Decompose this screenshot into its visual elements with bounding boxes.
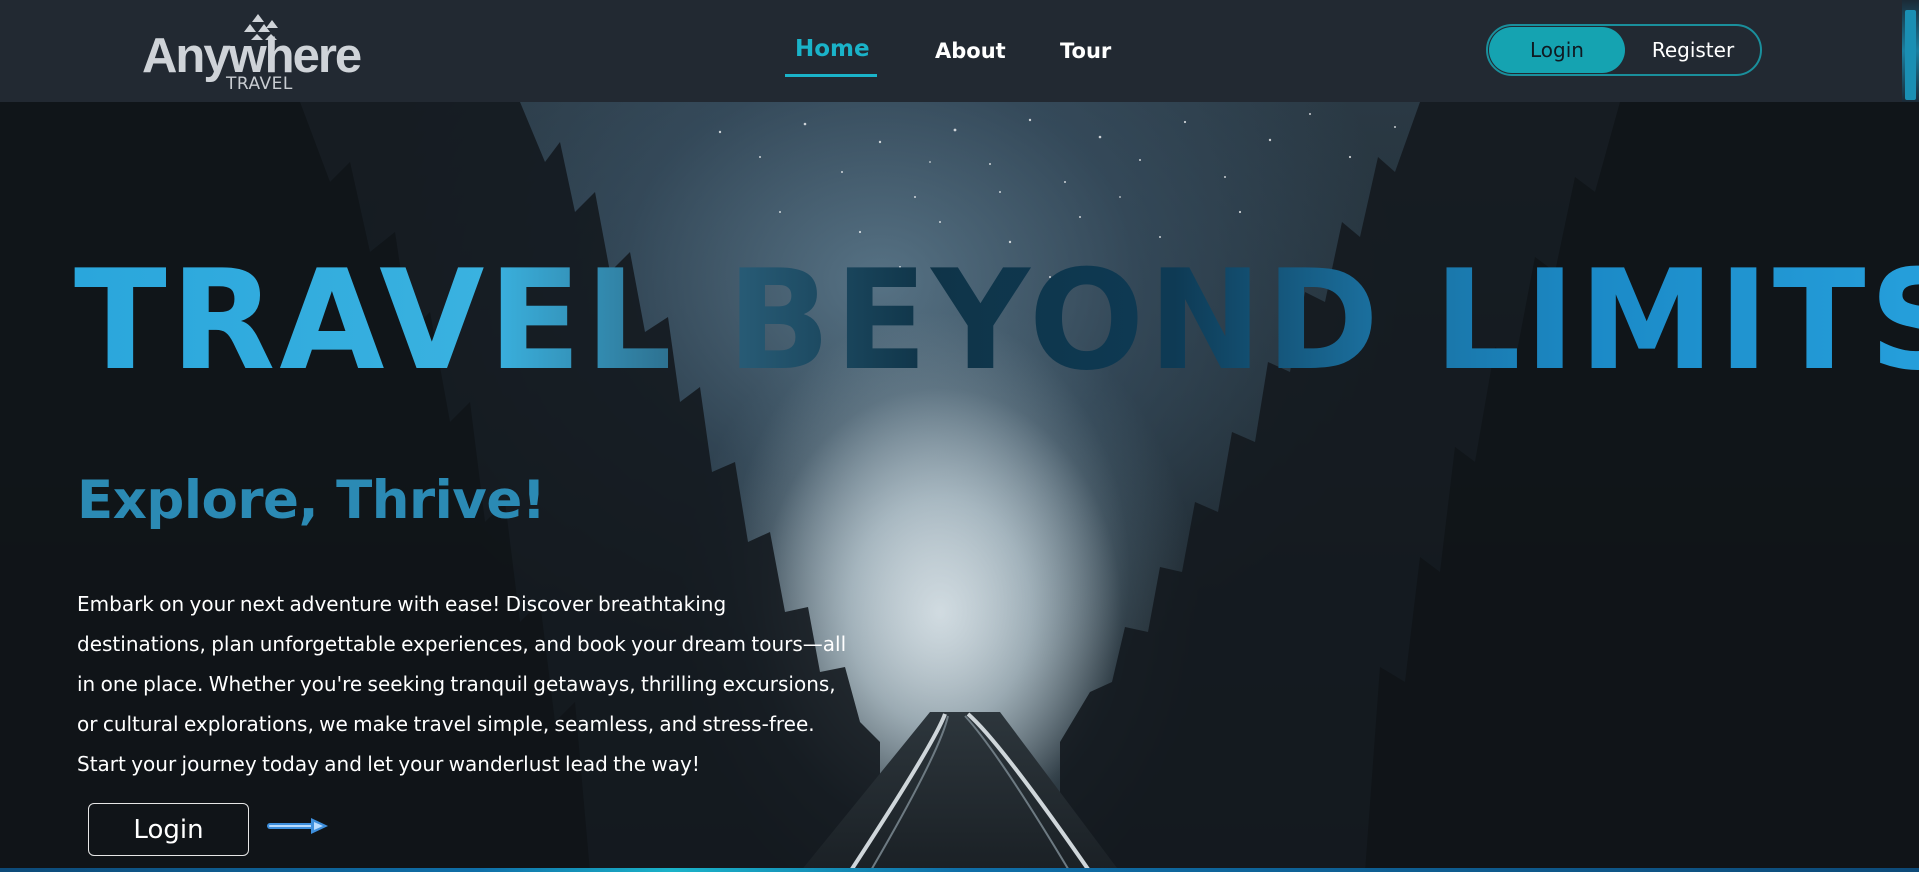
hero-description-line: or cultural explorations, we make travel…: [77, 712, 815, 736]
brand-subtitle: TRAVEL: [226, 74, 293, 94]
arrow-right-icon: [267, 818, 328, 834]
hero-description: Embark on your next adventure with ease!…: [77, 584, 867, 784]
page-scrollbar[interactable]: [1902, 0, 1919, 102]
hero-description-line: destinations, plan unforgettable experie…: [77, 632, 847, 656]
nav-link-home[interactable]: Home: [795, 38, 870, 61]
hero-login-button[interactable]: Login: [88, 803, 249, 856]
nav-active-underline: [785, 74, 877, 77]
site-header: Anywhere TRAVEL Home About Tour Login Re…: [0, 0, 1919, 102]
auth-toggle: Login Register: [1486, 24, 1762, 76]
header-register-button[interactable]: Register: [1628, 27, 1758, 73]
landing-page: Anywhere TRAVEL Home About Tour Login Re…: [0, 0, 1919, 872]
nav-link-tour[interactable]: Tour: [1060, 41, 1111, 62]
hero-description-line: Start your journey today and let your wa…: [77, 752, 700, 776]
header-login-button[interactable]: Login: [1489, 27, 1625, 73]
hero-title: TRAVEL BEYOND LIMITS: [74, 252, 1919, 390]
brand-logo[interactable]: Anywhere TRAVEL: [142, 14, 367, 94]
hero-subtitle: Explore, Thrive!: [77, 470, 546, 531]
bottom-accent-strip: [0, 868, 1919, 872]
nav-link-about[interactable]: About: [935, 41, 1006, 62]
hero-section: TRAVEL BEYOND LIMITS Explore, Thrive! Em…: [0, 102, 1919, 872]
hero-description-line: in one place. Whether you're seeking tra…: [77, 672, 836, 696]
hero-description-line: Embark on your next adventure with ease!…: [77, 592, 727, 616]
